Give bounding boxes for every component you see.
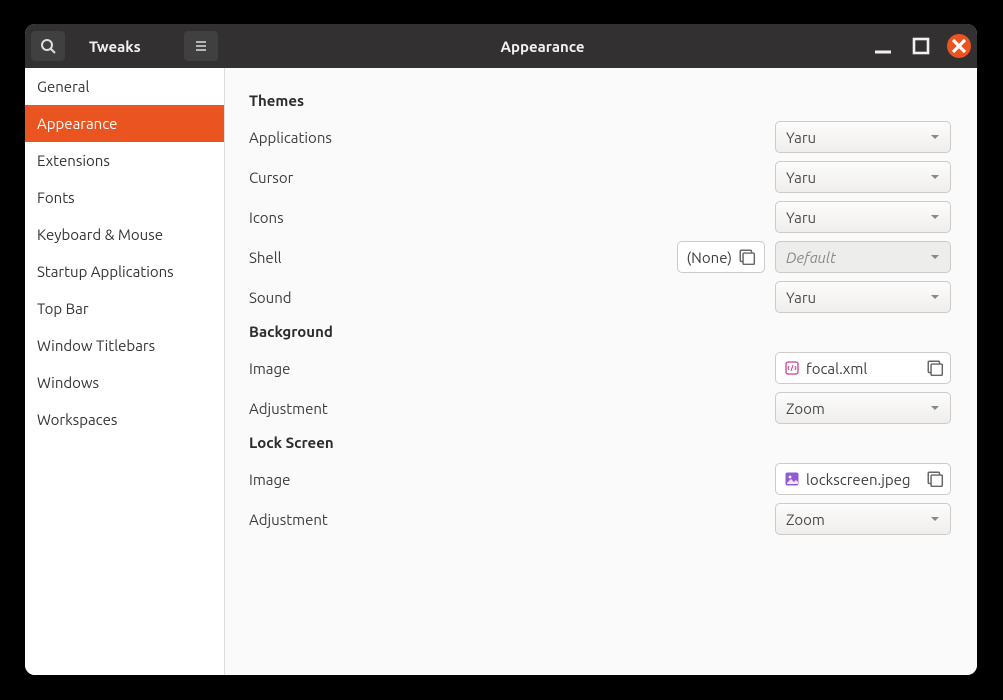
section-title-background: Background xyxy=(249,323,951,340)
combo-lockscreen-adjustment[interactable]: Zoom xyxy=(775,503,951,535)
minimize-button[interactable] xyxy=(871,34,895,58)
sidebar-item-windows[interactable]: Windows xyxy=(25,364,224,401)
minimize-icon xyxy=(871,34,895,58)
maximize-button[interactable] xyxy=(909,34,933,58)
row-background-adjustment: Adjustment Zoom xyxy=(249,388,951,428)
label-lockscreen-adjustment: Adjustment xyxy=(249,511,775,528)
combo-icons-theme[interactable]: Yaru xyxy=(775,201,951,233)
chevron-down-icon xyxy=(930,132,940,142)
hamburger-icon xyxy=(193,38,209,54)
row-background-image: Image focal.xml xyxy=(249,348,951,388)
label-shell: Shell xyxy=(249,249,677,266)
label-background-adjustment: Adjustment xyxy=(249,400,775,417)
row-shell: Shell (None) Default xyxy=(249,237,951,277)
close-icon xyxy=(947,34,971,58)
combo-value: Yaru xyxy=(786,129,816,146)
sidebar-item-extensions[interactable]: Extensions xyxy=(25,142,224,179)
sidebar-item-keyboard-mouse[interactable]: Keyboard & Mouse xyxy=(25,216,224,253)
close-button[interactable] xyxy=(947,34,971,58)
sidebar-item-workspaces[interactable]: Workspaces xyxy=(25,401,224,438)
row-lockscreen-image: Image lockscreen.jpeg xyxy=(249,459,951,499)
chevron-down-icon xyxy=(930,212,940,222)
shell-none-label: (None) xyxy=(686,249,732,266)
combo-value: Default xyxy=(786,249,836,266)
combo-value: Zoom xyxy=(786,400,825,417)
search-icon xyxy=(40,38,56,54)
section-title-themes: Themes xyxy=(249,92,951,109)
label-sound: Sound xyxy=(249,289,775,306)
browse-icon xyxy=(926,470,944,488)
section-title-lockscreen: Lock Screen xyxy=(249,434,951,451)
label-applications: Applications xyxy=(249,129,775,146)
content-pane: Themes Applications Yaru Cursor Yaru Ico… xyxy=(225,68,977,675)
sidebar-item-fonts[interactable]: Fonts xyxy=(25,179,224,216)
file-name: focal.xml xyxy=(806,360,867,377)
sidebar: General Appearance Extensions Fonts Keyb… xyxy=(25,68,225,675)
chevron-down-icon xyxy=(930,172,940,182)
row-sound: Sound Yaru xyxy=(249,277,951,317)
label-icons: Icons xyxy=(249,209,775,226)
row-lockscreen-adjustment: Adjustment Zoom xyxy=(249,499,951,539)
combo-sound-theme[interactable]: Yaru xyxy=(775,281,951,313)
window: Tweaks Appearance General Appearance Ext… xyxy=(25,24,977,675)
sidebar-item-general[interactable]: General xyxy=(25,68,224,105)
file-name: lockscreen.jpeg xyxy=(806,471,911,488)
combo-value: Yaru xyxy=(786,209,816,226)
sidebar-item-top-bar[interactable]: Top Bar xyxy=(25,290,224,327)
shell-extension-file-button[interactable]: (None) xyxy=(677,241,765,273)
combo-cursor-theme[interactable]: Yaru xyxy=(775,161,951,193)
combo-applications-theme[interactable]: Yaru xyxy=(775,121,951,153)
xml-file-icon xyxy=(784,360,800,376)
row-cursor: Cursor Yaru xyxy=(249,157,951,197)
lockscreen-image-chooser[interactable]: lockscreen.jpeg xyxy=(775,463,951,495)
combo-value: Yaru xyxy=(786,289,816,306)
label-background-image: Image xyxy=(249,360,775,377)
browse-icon xyxy=(738,248,756,266)
hamburger-menu-button[interactable] xyxy=(184,31,218,61)
background-image-chooser[interactable]: focal.xml xyxy=(775,352,951,384)
sidebar-item-appearance[interactable]: Appearance xyxy=(25,105,224,142)
search-button[interactable] xyxy=(31,31,65,61)
combo-value: Yaru xyxy=(786,169,816,186)
combo-value: Zoom xyxy=(786,511,825,528)
chevron-down-icon xyxy=(930,252,940,262)
chevron-down-icon xyxy=(930,403,940,413)
chevron-down-icon xyxy=(930,292,940,302)
combo-background-adjustment[interactable]: Zoom xyxy=(775,392,951,424)
window-body: General Appearance Extensions Fonts Keyb… xyxy=(25,68,977,675)
image-file-icon xyxy=(784,471,800,487)
label-lockscreen-image: Image xyxy=(249,471,775,488)
sidebar-item-startup-applications[interactable]: Startup Applications xyxy=(25,253,224,290)
page-title: Appearance xyxy=(224,24,861,68)
maximize-icon xyxy=(909,34,933,58)
titlebar: Tweaks Appearance xyxy=(25,24,977,68)
chevron-down-icon xyxy=(930,514,940,524)
label-cursor: Cursor xyxy=(249,169,775,186)
row-applications: Applications Yaru xyxy=(249,117,951,157)
sidebar-item-window-titlebars[interactable]: Window Titlebars xyxy=(25,327,224,364)
window-controls xyxy=(871,24,977,68)
app-title: Tweaks xyxy=(71,24,186,68)
combo-shell-theme: Default xyxy=(775,241,951,273)
row-icons: Icons Yaru xyxy=(249,197,951,237)
browse-icon xyxy=(926,359,944,377)
